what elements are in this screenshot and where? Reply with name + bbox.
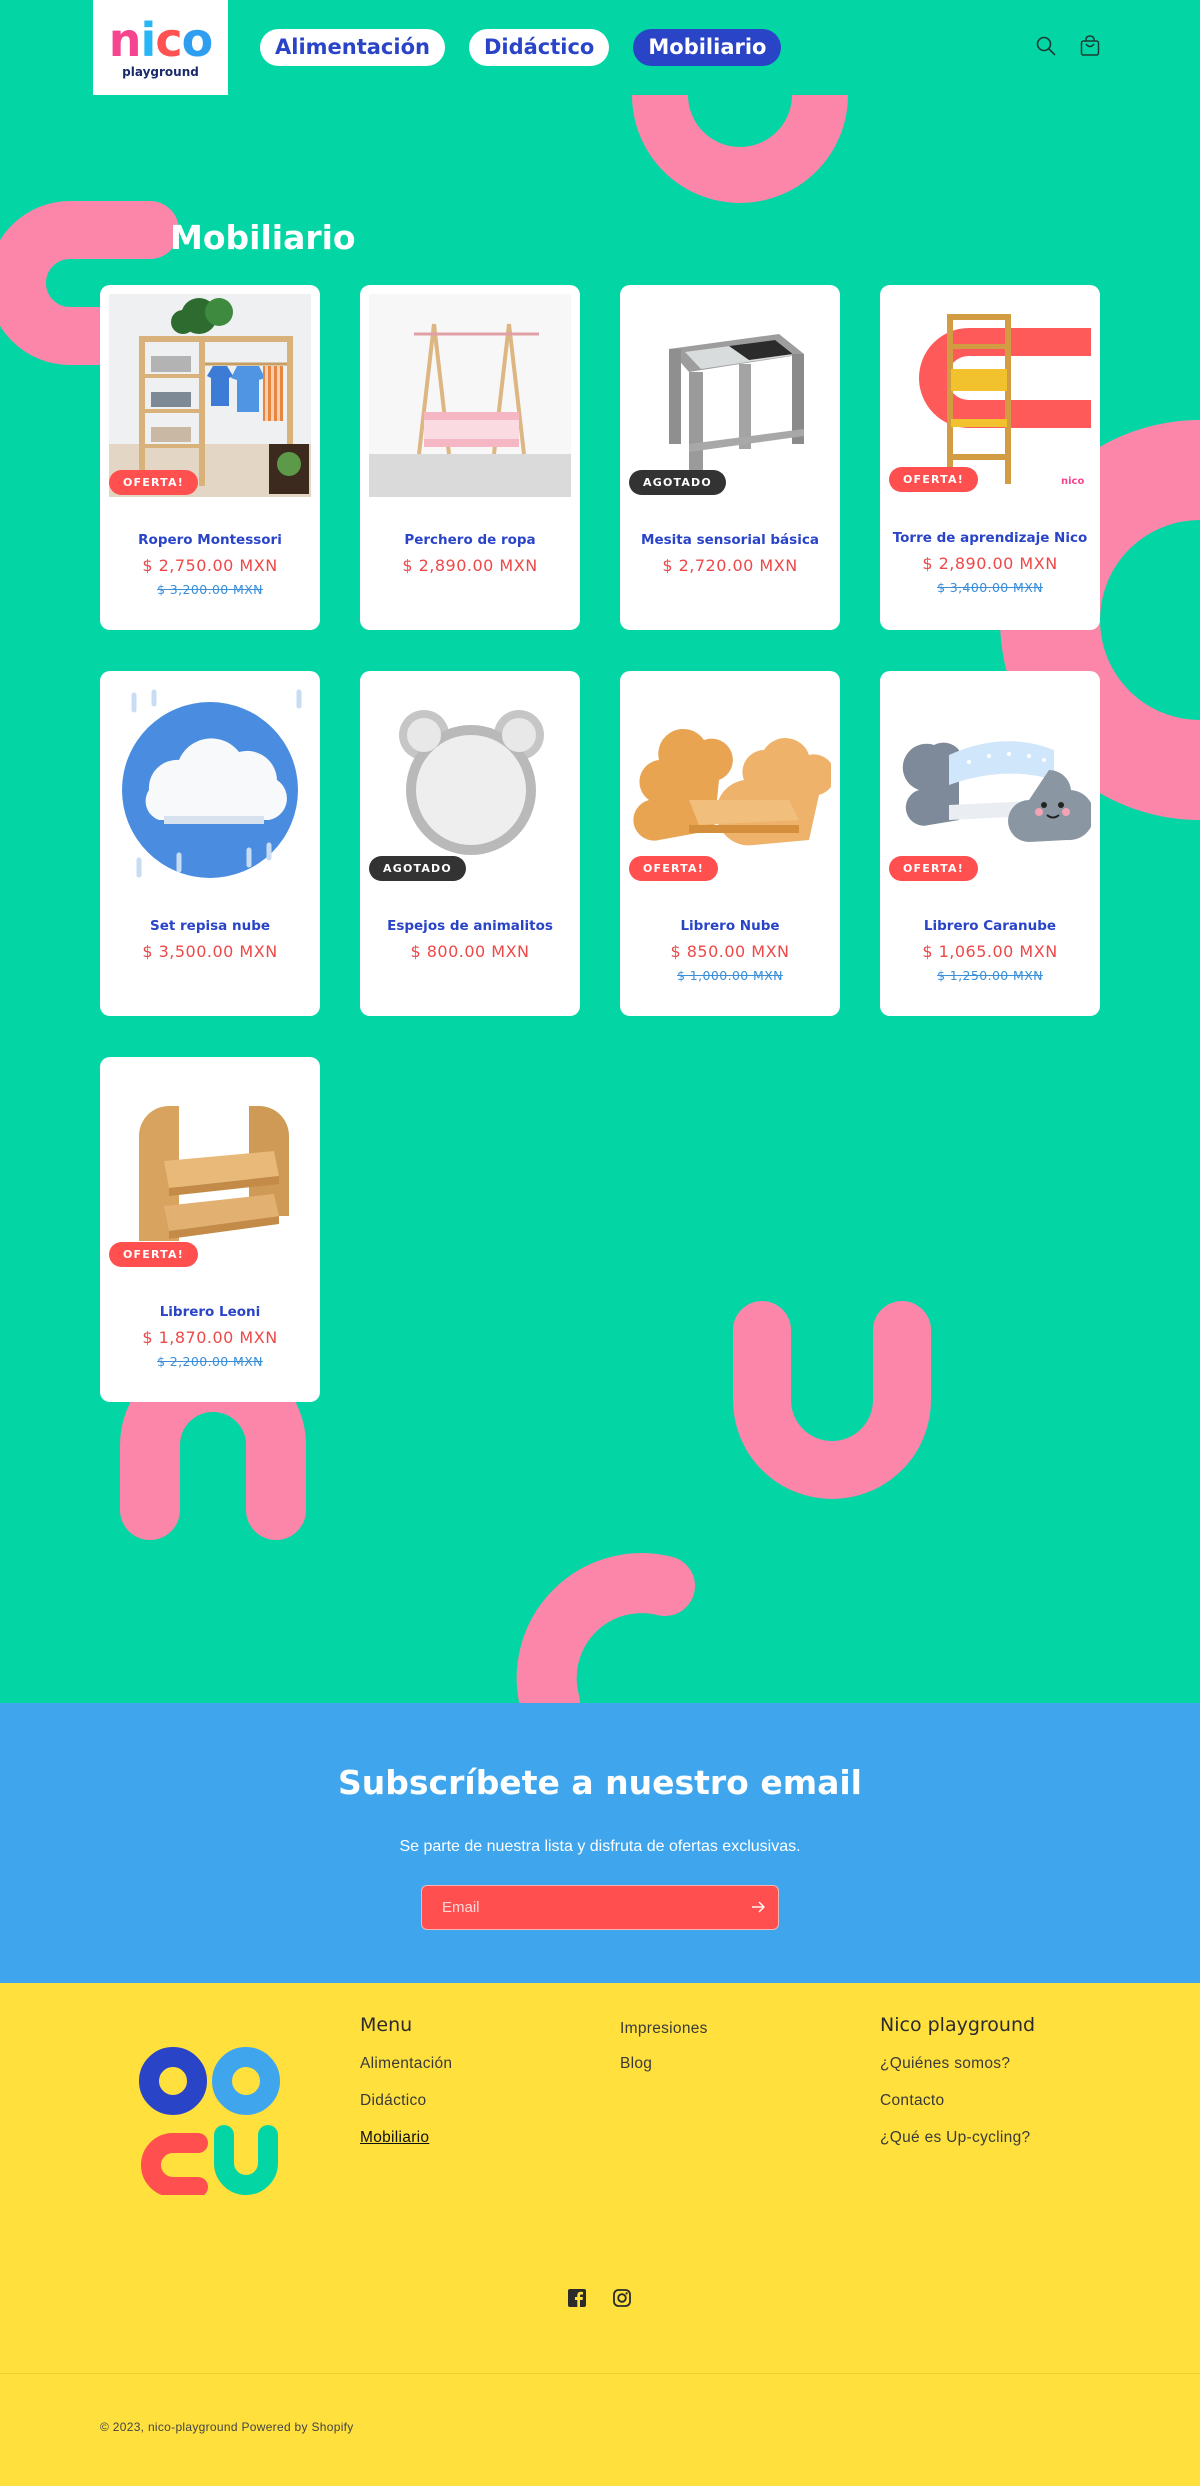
product-image-wardrobe xyxy=(109,294,311,497)
nav-alimentacion[interactable]: Alimentación xyxy=(260,29,445,66)
logo-subtitle: playground xyxy=(122,64,199,79)
product-price: $ 1,065.00 MXN xyxy=(922,942,1058,961)
footer-link-mobiliario[interactable]: Mobiliario xyxy=(360,2129,452,2147)
site-header: nico playground Alimentación Didáctico M… xyxy=(0,0,1200,95)
product-price: $ 2,720.00 MXN xyxy=(662,556,798,575)
footer-link-impresiones[interactable]: Impresiones xyxy=(620,2020,708,2038)
product-title[interactable]: Librero Caranube xyxy=(880,918,1100,934)
footer-company: Nico playground ¿Quiénes somos? Contacto… xyxy=(880,2014,1035,2166)
footer-company-heading: Nico playground xyxy=(880,2014,1036,2036)
footer-logo[interactable] xyxy=(138,2045,283,2195)
facebook-icon[interactable] xyxy=(567,2288,587,2308)
site-logo[interactable]: nico playground xyxy=(93,0,228,95)
newsletter-section: Subscríbete a nuestro email Se parte de … xyxy=(0,1703,1200,1983)
product-price: $ 2,890.00 MXN xyxy=(922,554,1058,573)
footer-link-quienes-somos[interactable]: ¿Quiénes somos? xyxy=(880,2055,1035,2073)
product-price: $ 3,500.00 MXN xyxy=(142,942,278,961)
search-icon[interactable] xyxy=(1034,34,1058,58)
footer-link-alimentacion[interactable]: Alimentación xyxy=(360,2055,452,2073)
product-compare-price: $ 2,200.00 MXN xyxy=(157,1354,263,1369)
product-price: $ 850.00 MXN xyxy=(670,942,790,961)
product-compare-price: $ 3,400.00 MXN xyxy=(937,580,1043,595)
product-card[interactable]: nico OFERTA! Torre de aprendizaje Nico $… xyxy=(880,285,1100,630)
main-nav: Alimentación Didáctico Mobiliario xyxy=(260,29,782,66)
product-card[interactable]: OFERTA! Ropero Montessori $ 2,750.00 MXN… xyxy=(100,285,320,630)
product-image-face-cloud-bookshelf xyxy=(889,680,1091,883)
product-price: $ 1,870.00 MXN xyxy=(142,1328,278,1347)
footer-link-contacto[interactable]: Contacto xyxy=(880,2092,1035,2110)
product-card[interactable]: Perchero de ropa $ 2,890.00 MXN xyxy=(360,285,580,630)
product-card[interactable]: OFERTA! Librero Caranube $ 1,065.00 MXN … xyxy=(880,671,1100,1016)
footer-menu-heading: Menu xyxy=(360,2014,413,2036)
product-title[interactable]: Torre de aprendizaje Nico xyxy=(880,530,1100,546)
product-card[interactable]: OFERTA! Librero Nube $ 850.00 MXN $ 1,00… xyxy=(620,671,840,1016)
soldout-badge: AGOTADO xyxy=(629,470,726,495)
product-card[interactable]: OFERTA! Librero Leoni $ 1,870.00 MXN $ 2… xyxy=(100,1057,320,1402)
product-image-animal-mirror xyxy=(369,680,571,883)
product-price: $ 2,890.00 MXN xyxy=(402,556,538,575)
sale-badge: OFERTA! xyxy=(109,1242,198,1267)
product-title[interactable]: Librero Leoni xyxy=(100,1304,320,1320)
product-compare-price: $ 1,000.00 MXN xyxy=(677,968,783,983)
newsletter-title: Subscríbete a nuestro email xyxy=(338,1763,862,1802)
sale-badge: OFERTA! xyxy=(629,856,718,881)
logo-wordmark: nico xyxy=(108,12,213,67)
product-compare-price: $ 1,250.00 MXN xyxy=(937,968,1043,983)
product-image-clothes-rack xyxy=(369,294,571,497)
product-image-wood-bookshelf xyxy=(109,1066,311,1269)
product-title[interactable]: Ropero Montessori xyxy=(100,532,320,548)
footer-menu: Menu Alimentación Didáctico Mobiliario xyxy=(360,2014,452,2166)
product-card[interactable]: AGOTADO Mesita sensorial básica $ 2,720.… xyxy=(620,285,840,630)
collection-title: Mobiliario xyxy=(170,218,356,257)
newsletter-form xyxy=(421,1885,779,1930)
product-compare-price: $ 3,200.00 MXN xyxy=(157,582,263,597)
arrow-right-icon[interactable] xyxy=(748,1897,768,1917)
product-title[interactable]: Librero Nube xyxy=(620,918,840,934)
product-title[interactable]: Set repisa nube xyxy=(100,918,320,934)
sale-badge: OFERTA! xyxy=(109,470,198,495)
product-title[interactable]: Espejos de animalitos xyxy=(360,918,580,934)
footer-link-up-cycling[interactable]: ¿Qué es Up-cycling? xyxy=(880,2129,1035,2147)
product-title[interactable]: Mesita sensorial básica xyxy=(620,532,840,548)
footer-link-didactico[interactable]: Didáctico xyxy=(360,2092,452,2110)
nav-mobiliario[interactable]: Mobiliario xyxy=(633,29,782,66)
product-price: $ 800.00 MXN xyxy=(410,942,530,961)
sale-badge: OFERTA! xyxy=(889,856,978,881)
site-footer: Menu Alimentación Didáctico Mobiliario I… xyxy=(0,1983,1200,2486)
instagram-icon[interactable] xyxy=(612,2288,632,2308)
sale-badge: OFERTA! xyxy=(889,467,978,492)
email-input[interactable] xyxy=(422,1886,722,1928)
product-card[interactable]: Set repisa nube $ 3,500.00 MXN xyxy=(100,671,320,1016)
product-card[interactable]: AGOTADO Espejos de animalitos $ 800.00 M… xyxy=(360,671,580,1016)
copyright-text: © 2023, nico-playground Powered by Shopi… xyxy=(100,2420,354,2434)
nav-didactico[interactable]: Didáctico xyxy=(468,29,610,66)
footer-divider xyxy=(0,2373,1200,2374)
newsletter-subtitle: Se parte de nuestra lista y disfruta de … xyxy=(399,1838,801,1855)
product-image-cloud-bookshelf xyxy=(629,680,831,883)
product-image-cloud-shelf xyxy=(109,680,311,883)
footer-link-blog[interactable]: Blog xyxy=(620,2055,708,2073)
product-image-sensory-table xyxy=(629,294,831,497)
product-price: $ 2,750.00 MXN xyxy=(142,556,278,575)
svg-text:nico: nico xyxy=(1061,476,1084,487)
cart-icon[interactable] xyxy=(1078,34,1102,58)
product-title[interactable]: Perchero de ropa xyxy=(360,532,580,548)
footer-extra: Impresiones Blog xyxy=(620,2020,708,2092)
soldout-badge: AGOTADO xyxy=(369,856,466,881)
